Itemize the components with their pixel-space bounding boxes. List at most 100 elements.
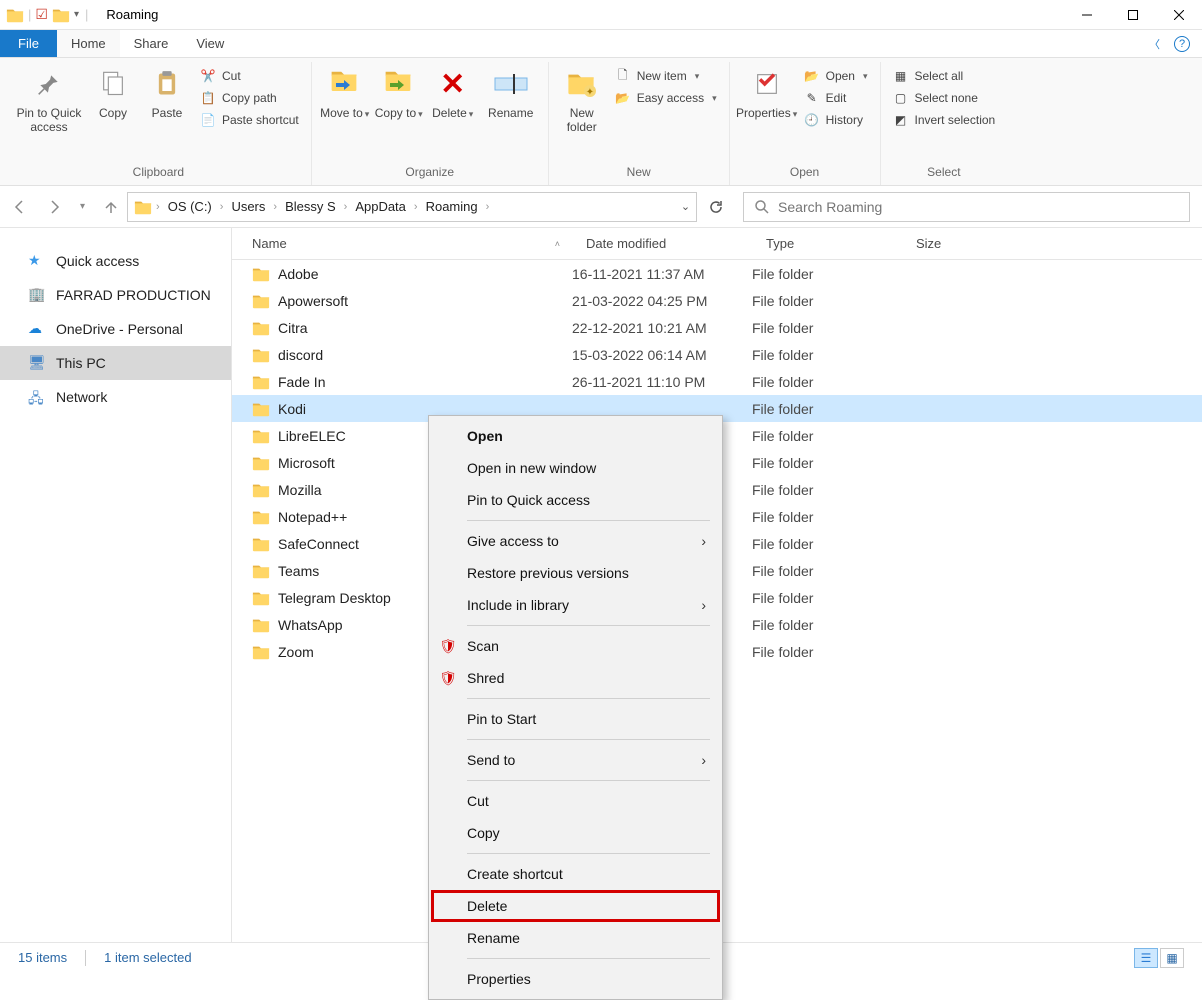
cut-button[interactable]: ✂️Cut xyxy=(194,66,305,86)
close-button[interactable] xyxy=(1156,0,1202,30)
column-header-modified[interactable]: Date modified xyxy=(572,236,752,251)
breadcrumb[interactable]: AppData xyxy=(351,199,410,214)
menu-pin-to-start[interactable]: Pin to Start xyxy=(431,703,720,735)
paste-shortcut-button[interactable]: 📄Paste shortcut xyxy=(194,110,305,130)
menu-cut[interactable]: Cut xyxy=(431,785,720,817)
back-button[interactable] xyxy=(12,199,28,215)
copy-button[interactable]: Copy xyxy=(86,62,140,124)
search-box[interactable] xyxy=(743,192,1190,222)
address-dropdown-icon[interactable]: ⌄ xyxy=(681,200,690,213)
breadcrumb[interactable]: OS (C:) xyxy=(164,199,216,214)
paste-icon xyxy=(153,70,181,98)
nav-network[interactable]: 🖧 Network xyxy=(0,380,231,414)
copy-to-button[interactable]: Copy to▾ xyxy=(372,62,426,125)
invert-selection-button[interactable]: ◩Invert selection xyxy=(887,110,1002,130)
breadcrumb[interactable]: Users xyxy=(227,199,269,214)
details-view-icon: ☰ xyxy=(1141,951,1152,965)
menu-create-shortcut[interactable]: Create shortcut xyxy=(431,858,720,890)
breadcrumb[interactable]: Blessy S xyxy=(281,199,340,214)
open-button[interactable]: 📂Open▾ xyxy=(798,66,874,86)
select-all-button[interactable]: ▦Select all xyxy=(887,66,1002,86)
forward-button[interactable] xyxy=(46,199,62,215)
breadcrumb[interactable]: Roaming xyxy=(422,199,482,214)
qat-checkbox-icon[interactable]: ☑ xyxy=(35,6,48,23)
up-button[interactable] xyxy=(103,199,119,215)
copy-path-button[interactable]: 📋Copy path xyxy=(194,88,305,108)
menu-copy[interactable]: Copy xyxy=(431,817,720,849)
chevron-right-icon[interactable]: › xyxy=(156,201,160,213)
nav-onedrive[interactable]: ☁ OneDrive - Personal xyxy=(0,312,231,346)
table-row[interactable]: discord15-03-2022 06:14 AMFile folder xyxy=(232,341,1202,368)
table-row[interactable]: Citra22-12-2021 10:21 AMFile folder xyxy=(232,314,1202,341)
share-tab[interactable]: Share xyxy=(120,30,183,57)
chevron-right-icon[interactable]: › xyxy=(273,201,277,213)
home-tab[interactable]: Home xyxy=(57,30,120,57)
file-type: File folder xyxy=(752,266,902,282)
chevron-right-icon[interactable]: › xyxy=(414,201,418,213)
edit-button[interactable]: ✎Edit xyxy=(798,88,874,108)
nav-quick-access[interactable]: ★ Quick access xyxy=(0,244,231,278)
table-row[interactable]: Apowersoft21-03-2022 04:25 PMFile folder xyxy=(232,287,1202,314)
details-view-button[interactable]: ☰ xyxy=(1134,948,1158,968)
menu-pin-quick-access[interactable]: Pin to Quick access xyxy=(431,484,720,516)
new-folder-icon: ✦ xyxy=(567,71,597,97)
properties-button[interactable]: Properties▾ xyxy=(736,62,798,125)
menu-include-in-library[interactable]: Include in library› xyxy=(431,589,720,621)
view-tab[interactable]: View xyxy=(182,30,238,57)
file-modified: 21-03-2022 04:25 PM xyxy=(572,293,752,309)
file-name: LibreELEC xyxy=(278,428,346,444)
table-row[interactable]: Fade In26-11-2021 11:10 PMFile folder xyxy=(232,368,1202,395)
context-menu: Open Open in new window Pin to Quick acc… xyxy=(428,415,723,1000)
paste-button[interactable]: Paste xyxy=(140,62,194,124)
search-input[interactable] xyxy=(778,199,1179,215)
history-button[interactable]: 🕘History xyxy=(798,110,874,130)
file-type: File folder xyxy=(752,428,902,444)
nav-farrad-production[interactable]: 🏢 FARRAD PRODUCTION xyxy=(0,278,231,312)
chevron-right-icon[interactable]: › xyxy=(220,201,224,213)
menu-properties[interactable]: Properties xyxy=(431,963,720,995)
table-row[interactable]: Adobe16-11-2021 11:37 AMFile folder xyxy=(232,260,1202,287)
properties-icon xyxy=(753,70,781,98)
pin-to-quick-access-button[interactable]: Pin to Quick access xyxy=(12,62,86,138)
move-to-button[interactable]: Move to▾ xyxy=(318,62,372,125)
minimize-button[interactable] xyxy=(1064,0,1110,30)
menu-send-to[interactable]: Send to› xyxy=(431,744,720,776)
app-folder-icon xyxy=(6,7,24,23)
thumbnails-view-button[interactable]: ▦ xyxy=(1160,948,1184,968)
building-icon: 🏢 xyxy=(28,286,46,304)
menu-scan[interactable]: 🛡Scan xyxy=(431,630,720,662)
file-name: Mozilla xyxy=(278,482,322,498)
easy-access-button[interactable]: 📂Easy access▾ xyxy=(609,88,723,108)
address-bar[interactable]: › OS (C:) › Users › Blessy S › AppData ›… xyxy=(127,192,697,222)
chevron-right-icon[interactable]: › xyxy=(486,201,490,213)
menu-give-access-to[interactable]: Give access to› xyxy=(431,525,720,557)
delete-button[interactable]: ✕ Delete▾ xyxy=(426,62,480,125)
column-header-type[interactable]: Type xyxy=(752,236,902,251)
ribbon-collapse-button[interactable]: 〈? xyxy=(1137,30,1202,57)
column-header-name[interactable]: Name˄ xyxy=(232,236,572,251)
refresh-button[interactable] xyxy=(705,192,727,222)
new-item-button[interactable]: 🗋New item▾ xyxy=(609,66,723,86)
nav-this-pc[interactable]: 🖥 This PC xyxy=(0,346,231,380)
qat-folder-icon[interactable] xyxy=(52,7,70,23)
qat-overflow-icon[interactable]: ▾ xyxy=(74,9,79,20)
menu-open[interactable]: Open xyxy=(431,420,720,452)
rename-button[interactable]: Rename xyxy=(480,62,542,124)
file-type: File folder xyxy=(752,293,902,309)
qat-divider: | xyxy=(83,7,90,22)
new-folder-button[interactable]: ✦ New folder xyxy=(555,62,609,138)
column-header-size[interactable]: Size xyxy=(902,236,1002,251)
chevron-right-icon[interactable]: › xyxy=(344,201,348,213)
recent-locations-button[interactable]: ▾ xyxy=(80,201,85,212)
maximize-button[interactable] xyxy=(1110,0,1156,30)
menu-rename[interactable]: Rename xyxy=(431,922,720,954)
ribbon-group-select: ▦Select all ▢Select none ◩Invert selecti… xyxy=(881,62,1008,185)
file-tab[interactable]: File xyxy=(0,30,57,57)
help-icon[interactable]: ? xyxy=(1174,36,1190,52)
menu-restore-previous[interactable]: Restore previous versions xyxy=(431,557,720,589)
ribbon-tabstrip: File Home Share View 〈? xyxy=(0,30,1202,58)
menu-shred[interactable]: 🛡Shred xyxy=(431,662,720,694)
select-none-button[interactable]: ▢Select none xyxy=(887,88,1002,108)
menu-open-new-window[interactable]: Open in new window xyxy=(431,452,720,484)
menu-delete[interactable]: Delete xyxy=(431,890,720,922)
